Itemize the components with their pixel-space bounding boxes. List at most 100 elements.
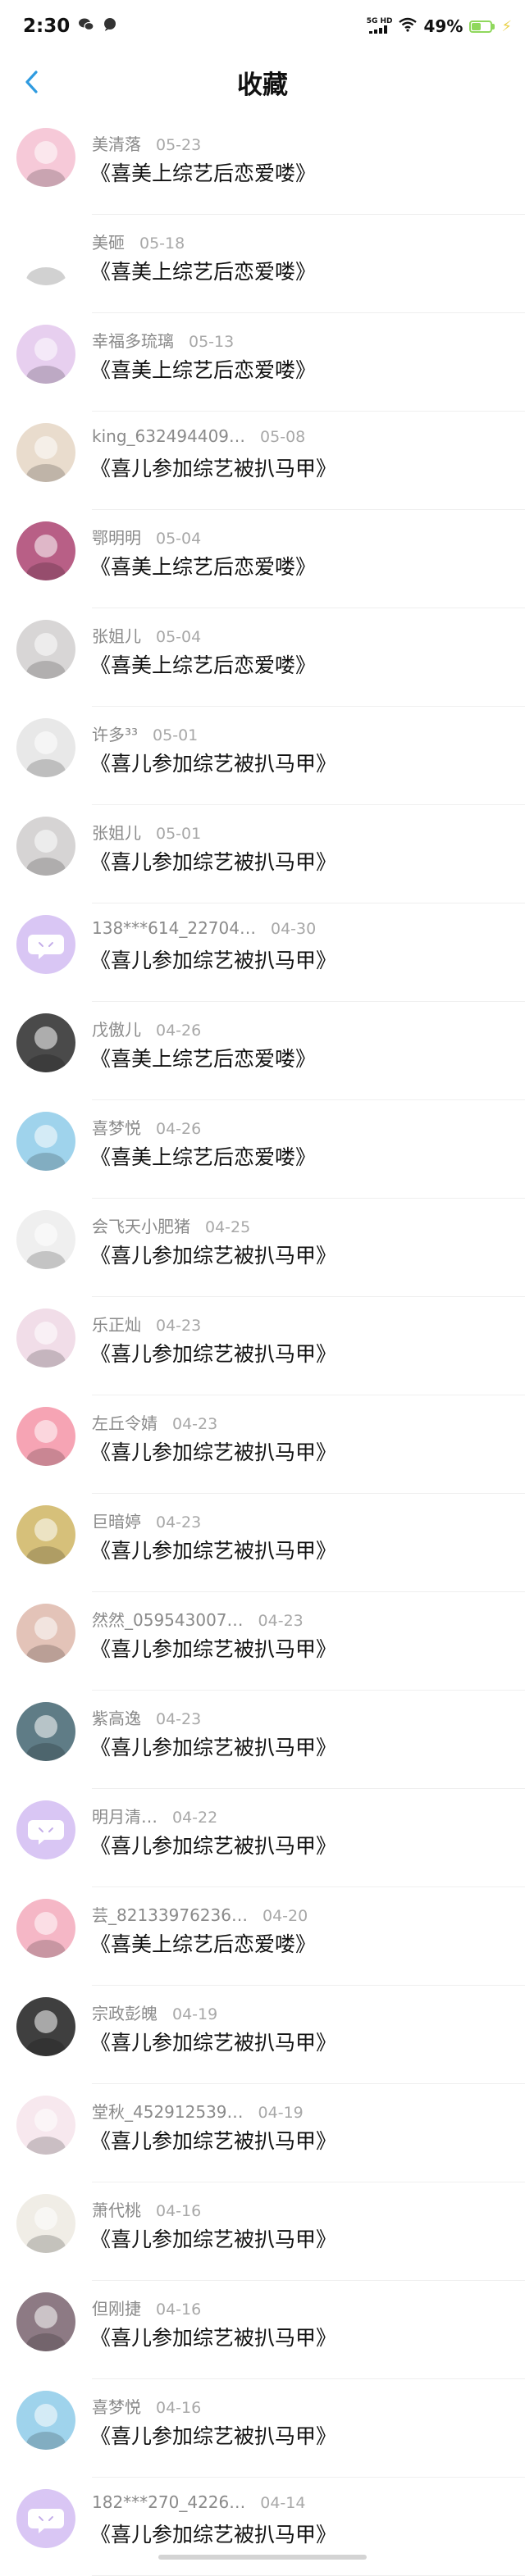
list-item[interactable]: 芸_82133976236… 04-20 《喜美上综艺后恋爱喽》 <box>0 1887 525 1986</box>
username[interactable]: 巨暗婷 <box>92 1509 141 1532</box>
username[interactable]: 美砸 <box>92 230 125 253</box>
username[interactable]: 张姐儿 <box>92 623 141 647</box>
list-item[interactable]: 宗政彭魄 04-19 《喜儿参加综艺被扒马甲》 <box>0 1986 525 2084</box>
favorite-title[interactable]: 《喜美上综艺后恋爱喽》 <box>90 551 316 580</box>
list-item[interactable]: 张姐儿 05-01 《喜儿参加综艺被扒马甲》 <box>0 805 525 903</box>
username[interactable]: 会飞天小肥猪 <box>92 1213 190 1237</box>
favorite-title[interactable]: 《喜美上综艺后恋爱喽》 <box>90 1141 316 1171</box>
favorite-title[interactable]: 《喜儿参加综艺被扒马甲》 <box>90 944 336 974</box>
username[interactable]: 幸福多琉璃 <box>92 328 174 352</box>
avatar[interactable] <box>16 1407 75 1466</box>
list-item[interactable]: 鄂明明 05-04 《喜美上综艺后恋爱喽》 <box>0 510 525 608</box>
avatar[interactable] <box>16 1013 75 1072</box>
list-item[interactable]: 138***614_22704… 04-30 《喜儿参加综艺被扒马甲》 <box>0 903 525 1002</box>
avatar[interactable] <box>16 718 75 777</box>
avatar[interactable] <box>16 1997 75 2056</box>
favorite-title[interactable]: 《喜儿参加综艺被扒马甲》 <box>90 453 336 482</box>
avatar[interactable] <box>16 1308 75 1368</box>
list-item[interactable]: 幸福多琉璃 05-13 《喜美上综艺后恋爱喽》 <box>0 313 525 412</box>
avatar[interactable] <box>16 1210 75 1269</box>
avatar[interactable] <box>16 1604 75 1663</box>
list-item[interactable]: 左丘令婧 04-23 《喜儿参加综艺被扒马甲》 <box>0 1395 525 1494</box>
list-item[interactable]: 乐正灿 04-23 《喜儿参加综艺被扒马甲》 <box>0 1297 525 1395</box>
list-item[interactable]: 会飞天小肥猪 04-25 《喜儿参加综艺被扒马甲》 <box>0 1199 525 1297</box>
favorite-title[interactable]: 《喜美上综艺后恋爱喽》 <box>90 157 316 187</box>
list-item[interactable]: 但刚捷 04-16 《喜儿参加综艺被扒马甲》 <box>0 2281 525 2379</box>
favorite-title[interactable]: 《喜儿参加综艺被扒马甲》 <box>90 1436 336 1466</box>
favorite-title[interactable]: 《喜美上综艺后恋爱喽》 <box>90 256 316 285</box>
list-item[interactable]: 张姐儿 05-04 《喜美上综艺后恋爱喽》 <box>0 608 525 707</box>
list-item[interactable]: 明月清… 04-22 《喜儿参加综艺被扒马甲》 <box>0 1789 525 1887</box>
avatar[interactable] <box>16 817 75 876</box>
list-item[interactable]: 美砸 05-18 《喜美上综艺后恋爱喽》 <box>0 215 525 313</box>
favorite-title[interactable]: 《喜儿参加综艺被扒马甲》 <box>90 2519 336 2548</box>
favorite-title[interactable]: 《喜美上综艺后恋爱喽》 <box>90 1043 316 1072</box>
avatar[interactable] <box>16 521 75 580</box>
avatar[interactable] <box>16 2391 75 2450</box>
favorite-title[interactable]: 《喜儿参加综艺被扒马甲》 <box>90 846 336 876</box>
avatar[interactable] <box>16 1505 75 1564</box>
avatar[interactable] <box>16 325 75 384</box>
avatar[interactable] <box>16 620 75 679</box>
list-item[interactable]: 然然_059543007… 04-23 《喜儿参加综艺被扒马甲》 <box>0 1592 525 1691</box>
username[interactable]: 然然_059543007… <box>92 1607 244 1631</box>
username[interactable]: 乐正灿 <box>92 1312 141 1336</box>
username[interactable]: 美清落 <box>92 131 141 155</box>
list-item[interactable]: 美清落 05-23 《喜美上综艺后恋爱喽》 <box>0 116 525 215</box>
favorite-title[interactable]: 《喜美上综艺后恋爱喽》 <box>90 649 316 679</box>
list-item[interactable]: 182***270_4226… 04-14 《喜儿参加综艺被扒马甲》 <box>0 2478 525 2576</box>
username[interactable]: 但刚捷 <box>92 2296 141 2319</box>
username[interactable]: 芸_82133976236… <box>92 1902 248 1926</box>
favorite-title[interactable]: 《喜儿参加综艺被扒马甲》 <box>90 2420 336 2450</box>
list-item[interactable]: 紫高逸 04-23 《喜儿参加综艺被扒马甲》 <box>0 1691 525 1789</box>
favorite-title[interactable]: 《喜儿参加综艺被扒马甲》 <box>90 1338 336 1368</box>
username[interactable]: 紫高逸 <box>92 1705 141 1729</box>
username[interactable]: king_632494409… <box>92 426 245 446</box>
avatar[interactable] <box>16 2194 75 2253</box>
list-item[interactable]: 萧代桃 04-16 《喜儿参加综艺被扒马甲》 <box>0 2182 525 2281</box>
list-item[interactable]: 许多³³ 05-01 《喜儿参加综艺被扒马甲》 <box>0 707 525 805</box>
avatar[interactable] <box>16 128 75 187</box>
username[interactable]: 喜梦悦 <box>92 1115 141 1139</box>
favorite-title[interactable]: 《喜儿参加综艺被扒马甲》 <box>90 2223 336 2253</box>
back-button[interactable] <box>15 64 48 100</box>
username[interactable]: 左丘令婧 <box>92 1410 158 1434</box>
favorite-title[interactable]: 《喜儿参加综艺被扒马甲》 <box>90 1830 336 1859</box>
favorite-title[interactable]: 《喜美上综艺后恋爱喽》 <box>90 1928 316 1958</box>
avatar[interactable] <box>16 2292 75 2351</box>
favorite-title[interactable]: 《喜儿参加综艺被扒马甲》 <box>90 2322 336 2351</box>
favorite-title[interactable]: 《喜儿参加综艺被扒马甲》 <box>90 748 336 777</box>
favorite-title[interactable]: 《喜儿参加综艺被扒马甲》 <box>90 1633 336 1663</box>
list-item[interactable]: king_632494409… 05-08 《喜儿参加综艺被扒马甲》 <box>0 412 525 510</box>
list-item[interactable]: 喜梦悦 04-26 《喜美上综艺后恋爱喽》 <box>0 1100 525 1199</box>
avatar[interactable] <box>16 1112 75 1171</box>
avatar[interactable] <box>16 226 75 285</box>
favorite-title[interactable]: 《喜儿参加综艺被扒马甲》 <box>90 2027 336 2056</box>
avatar[interactable] <box>16 423 75 482</box>
username[interactable]: 182***270_4226… <box>92 2492 245 2512</box>
favorite-title[interactable]: 《喜儿参加综艺被扒马甲》 <box>90 1535 336 1564</box>
avatar[interactable] <box>16 2096 75 2155</box>
username[interactable]: 张姐儿 <box>92 820 141 844</box>
favorite-title[interactable]: 《喜儿参加综艺被扒马甲》 <box>90 2125 336 2155</box>
username[interactable]: 明月清… <box>92 1804 158 1827</box>
list-item[interactable]: 喜梦悦 04-16 《喜儿参加综艺被扒马甲》 <box>0 2379 525 2478</box>
username[interactable]: 鄂明明 <box>92 525 141 548</box>
username[interactable]: 喜梦悦 <box>92 2394 141 2418</box>
favorite-title[interactable]: 《喜儿参加综艺被扒马甲》 <box>90 1240 336 1269</box>
list-item[interactable]: 堂秋_452912539… 04-19 《喜儿参加综艺被扒马甲》 <box>0 2084 525 2182</box>
favorite-title[interactable]: 《喜儿参加综艺被扒马甲》 <box>90 1732 336 1761</box>
avatar[interactable] <box>16 1800 75 1859</box>
username[interactable]: 堂秋_452912539… <box>92 2099 244 2123</box>
username[interactable]: 宗政彭魄 <box>92 2000 158 2024</box>
list-item[interactable]: 巨暗婷 04-23 《喜儿参加综艺被扒马甲》 <box>0 1494 525 1592</box>
favorite-title[interactable]: 《喜美上综艺后恋爱喽》 <box>90 354 316 384</box>
avatar[interactable] <box>16 2489 75 2548</box>
username[interactable]: 许多³³ <box>92 721 138 745</box>
username[interactable]: 138***614_22704… <box>92 918 256 938</box>
avatar[interactable] <box>16 1899 75 1958</box>
avatar[interactable] <box>16 915 75 974</box>
username[interactable]: 戊傲儿 <box>92 1017 141 1040</box>
avatar[interactable] <box>16 1702 75 1761</box>
username[interactable]: 萧代桃 <box>92 2197 141 2221</box>
